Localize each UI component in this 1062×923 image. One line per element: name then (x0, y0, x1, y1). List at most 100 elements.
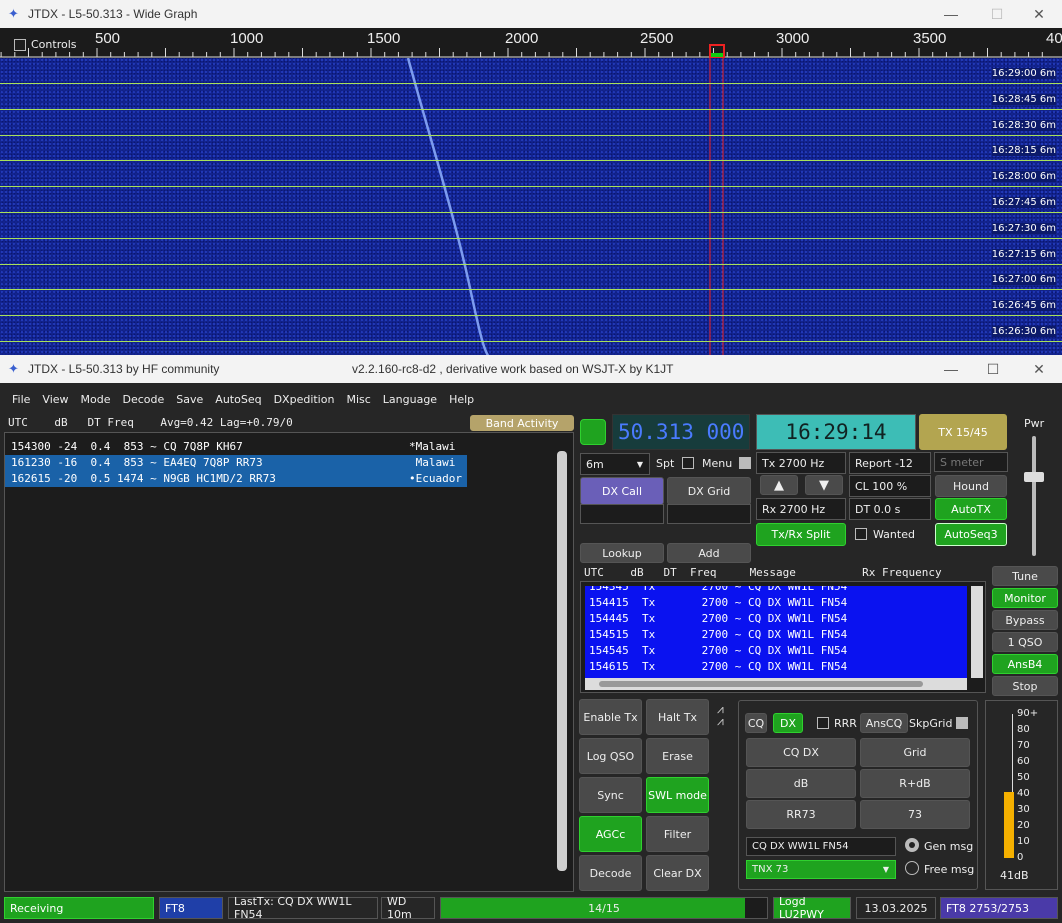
lookup-button[interactable]: Lookup (580, 543, 664, 563)
rrr-checkbox[interactable] (817, 717, 829, 729)
msg-rr73-button[interactable]: RR73 (746, 800, 856, 829)
menu-help[interactable]: Help (443, 393, 480, 406)
cl-input[interactable]: CL 100 % (849, 475, 931, 497)
halt-tx-button[interactable]: Halt Tx (646, 699, 709, 735)
status-wd: WD 10m (381, 895, 435, 921)
erase-button[interactable]: Erase (646, 738, 709, 774)
minimize-icon[interactable]: — (928, 0, 974, 28)
1-qso-button[interactable]: 1 QSO (992, 632, 1058, 652)
msg-73-button[interactable]: 73 (860, 800, 970, 829)
dx-button[interactable]: DX (773, 713, 803, 733)
clear-dx-button[interactable]: Clear DX (646, 855, 709, 891)
pwr-slider-handle[interactable] (1024, 472, 1044, 482)
dx-grid-button[interactable]: DX Grid (667, 477, 751, 505)
filter-button[interactable]: Filter (646, 816, 709, 852)
sequence-arrows-icon[interactable]: ⩘ ⩘ (717, 703, 724, 727)
msg-r-db-button[interactable]: R+dB (860, 769, 970, 798)
anscq-button[interactable]: AnsCQ (860, 713, 908, 733)
gen-message-input[interactable]: CQ DX WW1L FN54 (746, 837, 896, 856)
period-timestamp: 16:27:00 6m (991, 274, 1056, 286)
txrx-split-button[interactable]: Tx/Rx Split (756, 523, 846, 546)
cq-button[interactable]: CQ (745, 713, 767, 733)
menu-autoseq[interactable]: AutoSeq (209, 393, 267, 406)
report-input[interactable]: Report -12 (849, 452, 931, 474)
period-line (0, 83, 1062, 84)
dt-input[interactable]: DT 0.0 s (849, 498, 931, 520)
pwr-slider-track[interactable] (1032, 436, 1036, 556)
spt-checkbox[interactable] (682, 457, 694, 469)
rx-message-row[interactable]: 154515 Tx 2700 ~ CQ DX WW1L FN54 (589, 628, 847, 641)
period-line (0, 108, 1062, 110)
maximize-icon[interactable]: ☐ (974, 0, 1020, 28)
swl-mode-button[interactable]: SWL mode (646, 777, 709, 813)
band-activity-list[interactable]: 154300 -24 0.4 853 ~ CQ 7Q8P KH67 *Malawi… (4, 432, 574, 892)
menu-language[interactable]: Language (377, 393, 443, 406)
dx-grid-input[interactable] (667, 504, 751, 524)
bypass-button[interactable]: Bypass (992, 610, 1058, 630)
horizontal-scrollbar[interactable] (585, 678, 967, 690)
gen-msg-label: Gen msg (924, 840, 974, 853)
free-message-select[interactable]: TNX 73 ▼ (746, 860, 896, 879)
close-icon[interactable]: ✕ (1016, 355, 1062, 383)
rx-message-row[interactable]: 154415 Tx 2700 ~ CQ DX WW1L FN54 (589, 596, 847, 609)
msg-db-button[interactable]: dB (746, 769, 856, 798)
vertical-scrollbar[interactable] (971, 586, 983, 678)
minimize-icon[interactable]: — (928, 355, 974, 383)
autotx-button[interactable]: AutoTX (935, 498, 1007, 520)
menu-file[interactable]: File (6, 393, 36, 406)
up-arrow-icon[interactable]: ▲ (760, 475, 798, 495)
menu-mode[interactable]: Mode (75, 393, 117, 406)
log-qso-button[interactable]: Log QSO (579, 738, 642, 774)
monitor-button[interactable]: Monitor (992, 588, 1058, 608)
msg-grid-button[interactable]: Grid (860, 738, 970, 767)
menu-save[interactable]: Save (170, 393, 209, 406)
menu-view[interactable]: View (36, 393, 74, 406)
menu-checkbox[interactable] (739, 457, 751, 469)
menu-dxpedition[interactable]: DXpedition (268, 393, 341, 406)
tx-period-button[interactable]: TX 15/45 (919, 414, 1007, 450)
tune-button[interactable]: Tune (992, 566, 1058, 586)
down-arrow-icon[interactable]: ▼ (805, 475, 843, 495)
main-title: JTDX - L5-50.313 by HF community (28, 362, 220, 376)
hound-button[interactable]: Hound (935, 475, 1007, 497)
msg-cq-dx-button[interactable]: CQ DX (746, 738, 856, 767)
band-activity-button[interactable]: Band Activity (470, 415, 574, 431)
rx-message-row[interactable]: 154615 Tx 2700 ~ CQ DX WW1L FN54 (589, 660, 847, 673)
menu-misc[interactable]: Misc (340, 393, 376, 406)
period-timestamp: 16:27:15 6m (991, 248, 1056, 260)
scrollbar[interactable] (557, 451, 567, 871)
decode-country: •Ecuador (409, 472, 462, 485)
sync-button[interactable]: Sync (579, 777, 642, 813)
smeter-input[interactable]: S meter (934, 452, 1008, 472)
rx-frequency-input[interactable]: Rx 2700 Hz (756, 498, 846, 520)
stop-button[interactable]: Stop (992, 676, 1058, 696)
decode-button[interactable]: Decode (579, 855, 642, 891)
band-select[interactable]: 6m ▼ (580, 453, 650, 475)
ansb4-button[interactable]: AnsB4 (992, 654, 1058, 674)
free-msg-radio[interactable] (905, 861, 919, 875)
frequency-scale[interactable]: Controls 500 1000 1500 2000 2500 3000 35… (0, 28, 1062, 58)
rx-message-row[interactable]: 154545 Tx 2700 ~ CQ DX WW1L FN54 (589, 644, 847, 657)
rx-message-row[interactable]: 154345 Tx 2700 ~ CQ DX WW1L FN54 (589, 586, 847, 593)
gen-msg-radio[interactable] (905, 838, 919, 852)
wanted-checkbox[interactable] (855, 528, 867, 540)
decode-row[interactable]: 161230 -16 0.4 853 ~ EA4EQ 7Q8P RR73 Mal… (5, 455, 467, 471)
close-icon[interactable]: ✕ (1016, 0, 1062, 28)
period-timestamp: 16:27:45 6m (991, 197, 1056, 208)
add-button[interactable]: Add (667, 543, 751, 563)
rx-frequency-list[interactable]: 154345 Tx 2700 ~ CQ DX WW1L FN54 154415 T… (580, 581, 986, 693)
tx-frequency-input[interactable]: Tx 2700 Hz (756, 452, 846, 474)
autoseq-button[interactable]: AutoSeq3 (935, 523, 1007, 546)
frequency-display[interactable]: 50.313 000 (612, 414, 750, 450)
rx-message-row[interactable]: 154445 Tx 2700 ~ CQ DX WW1L FN54 (589, 612, 847, 625)
maximize-icon[interactable]: ☐ (970, 355, 1016, 383)
menu-decode[interactable]: Decode (117, 393, 171, 406)
waterfall[interactable]: 16:29:00 6m 16:28:45 6m 16:28:30 6m 16:28:1… (0, 58, 1062, 360)
skpgrid-checkbox[interactable] (956, 717, 968, 729)
dx-call-button[interactable]: DX Call (580, 477, 664, 505)
enable-tx-button[interactable]: Enable Tx (579, 699, 642, 735)
agcc-button[interactable]: AGCc (579, 816, 642, 852)
dx-call-input[interactable] (580, 504, 664, 524)
decode-row[interactable]: 162615 -20 0.5 1474 ~ N9GB HC1MD/2 RR73 •… (5, 471, 467, 487)
decode-row[interactable]: 154300 -24 0.4 853 ~ CQ 7Q8P KH67 *Malawi (5, 439, 467, 455)
